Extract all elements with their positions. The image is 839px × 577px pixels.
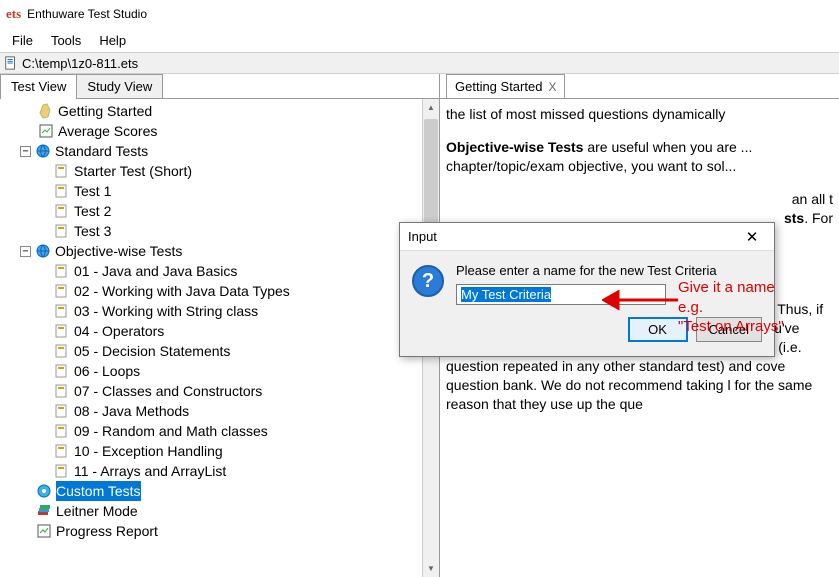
page-icon	[54, 383, 70, 399]
tree-item[interactable]: 06 - Loops	[4, 361, 418, 381]
content-text: sts	[784, 210, 804, 226]
chart-icon	[38, 123, 54, 139]
page-icon	[54, 223, 70, 239]
tree-item-average-scores[interactable]: Average Scores	[4, 121, 418, 141]
menubar: File Tools Help	[0, 28, 839, 52]
expander-minus-icon[interactable]: −	[20, 146, 31, 157]
tree-item[interactable]: Test 3	[4, 221, 418, 241]
page-icon	[54, 423, 70, 439]
content-text: Objective-wise Tests	[446, 139, 583, 155]
tree-item[interactable]: 09 - Random and Math classes	[4, 421, 418, 441]
dialog-prompt: Please enter a name for the new Test Cri…	[456, 263, 762, 278]
dialog-close-button[interactable]: ✕	[738, 228, 766, 246]
tree-item[interactable]: 04 - Operators	[4, 321, 418, 341]
tab-test-view[interactable]: Test View	[0, 74, 77, 98]
content-text: . For	[804, 210, 833, 226]
tree-item[interactable]: 01 - Java and Java Basics	[4, 261, 418, 281]
globe-icon	[35, 143, 51, 159]
progress-icon	[36, 523, 52, 539]
tree-item-leitner-mode[interactable]: Leitner Mode	[4, 501, 418, 521]
file-icon	[4, 56, 18, 70]
hand-icon	[38, 103, 54, 119]
page-icon	[54, 363, 70, 379]
close-tab-icon[interactable]: X	[548, 80, 556, 94]
tree-item[interactable]: Test 1	[4, 181, 418, 201]
tree-item[interactable]: 07 - Classes and Constructors	[4, 381, 418, 401]
page-icon	[54, 263, 70, 279]
menu-help[interactable]: Help	[91, 31, 134, 50]
scroll-down-icon[interactable]: ▼	[423, 560, 439, 577]
tab-label: Getting Started	[455, 79, 542, 94]
tree-item[interactable]: 03 - Working with String class	[4, 301, 418, 321]
page-icon	[54, 303, 70, 319]
content-text: an all t	[792, 191, 833, 207]
file-path: C:\temp\1z0-811.ets	[22, 56, 138, 71]
ok-button[interactable]: OK	[628, 317, 688, 342]
tree-item[interactable]: 08 - Java Methods	[4, 401, 418, 421]
page-icon	[54, 403, 70, 419]
globe-icon	[35, 243, 51, 259]
tree-item[interactable]: 10 - Exception Handling	[4, 441, 418, 461]
tree-item-getting-started[interactable]: Getting Started	[4, 101, 418, 121]
tab-getting-started[interactable]: Getting Started X	[446, 74, 565, 98]
window-title: Enthuware Test Studio	[27, 7, 147, 21]
tree-item-objective-tests[interactable]: − Objective-wise Tests	[4, 241, 418, 261]
expander-minus-icon[interactable]: −	[20, 246, 31, 257]
selected-tree-label: Custom Tests	[56, 481, 141, 501]
tree-item-custom-tests[interactable]: Custom Tests	[4, 481, 418, 501]
stack-icon	[36, 503, 52, 519]
gear-circle-icon	[36, 483, 52, 499]
tree-item[interactable]: 02 - Working with Java Data Types	[4, 281, 418, 301]
page-icon	[54, 283, 70, 299]
tree-item-progress-report[interactable]: Progress Report	[4, 521, 418, 541]
filebar: C:\temp\1z0-811.ets	[0, 52, 839, 74]
test-name-input[interactable]: My Test Criteria	[456, 284, 666, 305]
menu-file[interactable]: File	[4, 31, 41, 50]
menu-tools[interactable]: Tools	[43, 31, 89, 50]
tab-study-view[interactable]: Study View	[76, 74, 163, 98]
page-icon	[54, 203, 70, 219]
left-pane: Test View Study View Getting Started Ave…	[0, 74, 440, 577]
page-icon	[54, 183, 70, 199]
tree-item[interactable]: Starter Test (Short)	[4, 161, 418, 181]
page-icon	[54, 463, 70, 479]
tree-item[interactable]: 11 - Arrays and ArrayList	[4, 461, 418, 481]
page-icon	[54, 163, 70, 179]
scroll-up-icon[interactable]: ▲	[423, 99, 439, 116]
page-icon	[54, 443, 70, 459]
page-icon	[54, 343, 70, 359]
question-icon: ?	[412, 265, 444, 297]
dialog-title-text: Input	[408, 229, 437, 244]
app-icon: ets	[6, 6, 21, 22]
input-dialog: Input ✕ ? Please enter a name for the ne…	[399, 222, 775, 357]
cancel-button[interactable]: Cancel	[696, 317, 762, 342]
tree[interactable]: Getting Started Average Scores − Standar…	[0, 99, 422, 577]
page-icon	[54, 323, 70, 339]
tree-item[interactable]: 05 - Decision Statements	[4, 341, 418, 361]
left-tab-row: Test View Study View	[0, 74, 439, 99]
dialog-titlebar: Input ✕	[400, 223, 774, 251]
window-titlebar: ets Enthuware Test Studio	[0, 0, 839, 28]
tree-item[interactable]: Test 2	[4, 201, 418, 221]
content-text: the list of most missed questions dynami…	[446, 106, 725, 122]
tree-item-standard-tests[interactable]: − Standard Tests	[4, 141, 418, 161]
